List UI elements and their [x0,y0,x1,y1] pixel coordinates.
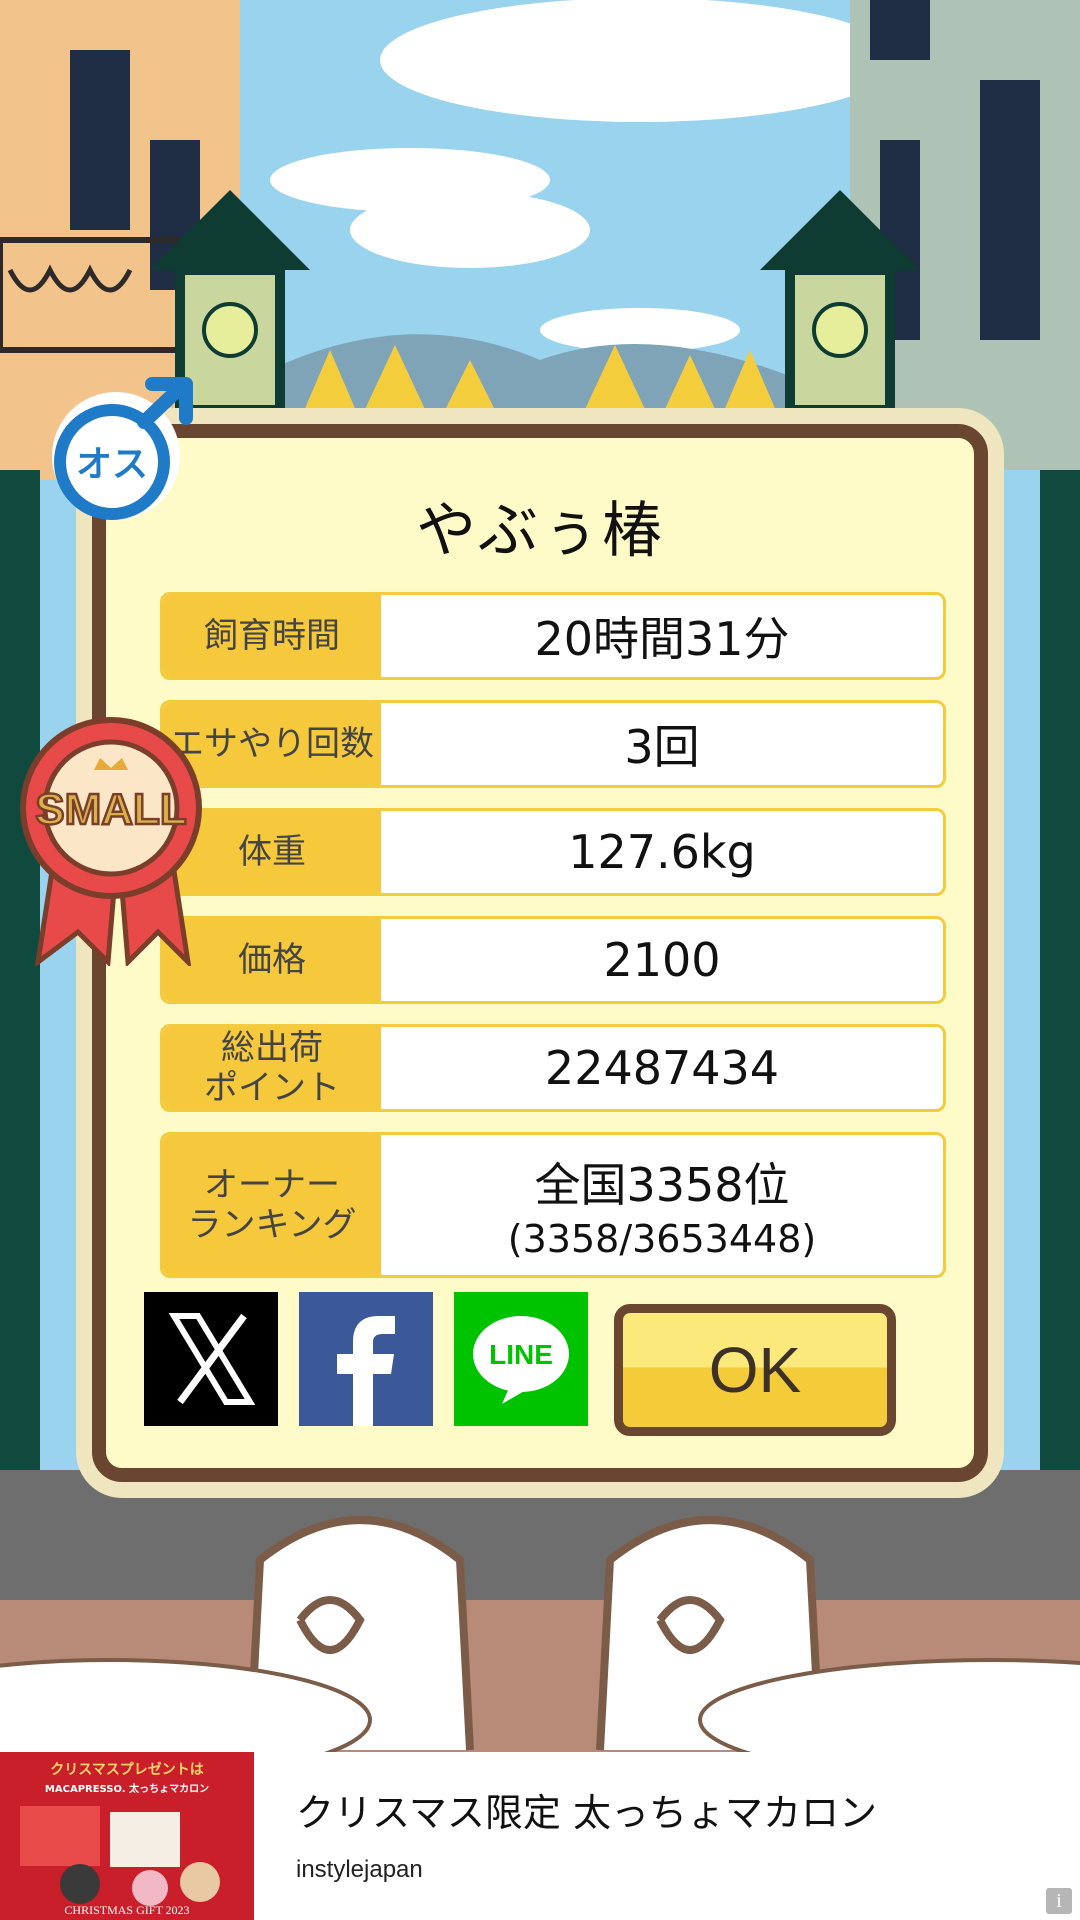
stat-label: 飼育時間 [163,595,381,677]
stat-value: 20時間31分 [534,612,790,666]
male-symbol-icon: オス [52,377,193,520]
ribbon-text: SMALL [35,785,187,834]
stat-row-feed-count: エサやり回数 3回 [160,700,946,788]
advertisement-banner[interactable]: クリスマスプレゼントは MACAPRESSO. 太っちょマカロン CHRISTM… [0,1752,1080,1920]
stat-value: 2100 [603,933,721,987]
stat-value: 22487434 [544,1041,780,1095]
stat-row-owner-ranking: オーナー ランキング 全国3358位 (3358/3653448) [160,1132,946,1278]
gender-text: オス [76,444,148,485]
stat-label: オーナー ランキング [163,1135,381,1275]
stat-row-total-points: 総出荷 ポイント 22487434 [160,1024,946,1112]
share-x-button[interactable] [144,1292,278,1426]
stat-row-weight: 体重 127.6kg [160,808,946,896]
stat-label: 総出荷 ポイント [163,1027,381,1109]
facebook-logo-icon [337,1316,395,1426]
ad-info-icon[interactable]: i [1046,1888,1072,1914]
size-ribbon-badge: SMALL [20,717,202,966]
line-logo-icon: LINE [473,1316,569,1404]
share-line-button[interactable]: LINE [454,1292,588,1426]
ranking-detail: (3358/3653448) [507,1217,817,1261]
stat-row-price: 価格 2100 [160,916,946,1004]
ad-banner-heading-2: MACAPRESSO. 太っちょマカロン [45,1782,209,1795]
line-logo-text: LINE [489,1339,553,1370]
stat-value: 127.6kg [568,825,756,879]
ok-label: OK [708,1334,802,1406]
x-logo-icon [168,1313,256,1405]
ad-source: instylejapan [296,1856,423,1883]
stat-value: 全国3358位 (3358/3653448) [507,1158,817,1261]
pig-name: やぶぅ椿 [416,496,664,566]
share-facebook-button[interactable] [299,1292,433,1426]
ok-button[interactable]: OK [614,1304,896,1436]
ad-title[interactable]: クリスマス限定 太っちょマカロン [296,1782,877,1837]
ad-banner-footer: CHRISTMAS GIFT 2023 [64,1903,189,1917]
stat-row-raising-time: 飼育時間 20時間31分 [160,592,946,680]
ad-banner-heading-1: クリスマスプレゼントは [50,1761,204,1778]
stat-value: 3回 [624,720,700,774]
ad-image[interactable]: クリスマスプレゼントは MACAPRESSO. 太っちょマカロン CHRISTM… [0,1752,254,1920]
